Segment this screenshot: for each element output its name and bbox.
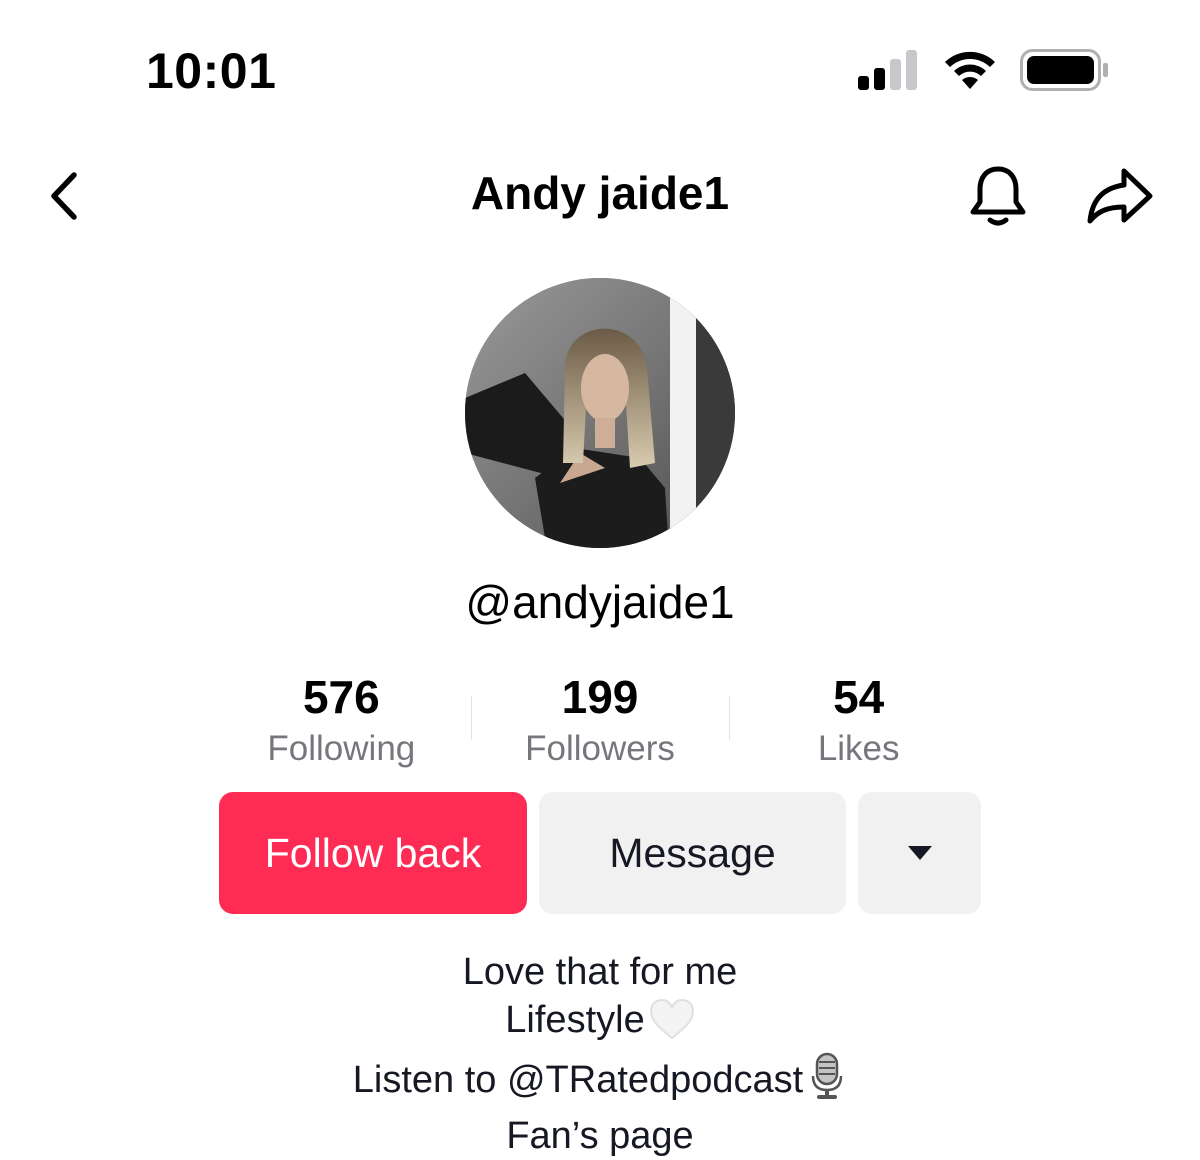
share-arrow-icon [1087, 168, 1153, 224]
white-heart-icon [649, 998, 695, 1052]
bio-line-2-text: Lifestyle [505, 999, 645, 1041]
share-button[interactable] [1082, 160, 1158, 232]
stat-followers[interactable]: 199 Followers [470, 670, 730, 770]
more-options-button[interactable] [858, 792, 981, 914]
battery-icon [1020, 48, 1110, 97]
bell-icon [970, 166, 1026, 226]
bio-line-4: Fan’s page [506, 1115, 694, 1157]
profile-avatar[interactable] [465, 278, 735, 548]
caret-down-icon [907, 846, 932, 860]
bio-line-3-text: Listen to @TRatedpodcast [352, 1059, 804, 1101]
microphone-icon [807, 1052, 847, 1112]
status-icons [858, 48, 1110, 97]
wifi-icon [942, 49, 998, 96]
stat-label: Followers [525, 729, 675, 768]
notification-bell-button[interactable] [962, 160, 1034, 232]
stat-value: 199 [561, 671, 639, 723]
bio-line-1: Love that for me [462, 951, 738, 993]
stat-following[interactable]: 576 Following [212, 670, 471, 770]
bio-line-2: Lifestyle [0, 996, 1200, 1052]
follow-back-button[interactable]: Follow back [219, 792, 527, 914]
stat-label: Following [267, 729, 416, 768]
username: @andyjaide1 [465, 576, 735, 628]
cellular-signal-icon [858, 49, 920, 95]
stat-label: Likes [817, 729, 900, 768]
profile-stats: 576 Following 199 Followers 54 Likes [212, 670, 988, 770]
profile-bio: Love that for me Lifestyle Listen to @TR… [0, 948, 1200, 1160]
avatar-photo [465, 278, 735, 548]
stat-value: 54 [833, 671, 885, 723]
stat-value: 576 [302, 671, 380, 723]
message-button[interactable]: Message [539, 792, 846, 914]
status-time: 10:01 [146, 43, 277, 99]
stat-likes[interactable]: 54 Likes [729, 670, 988, 770]
bio-line-3: Listen to @TRatedpodcast [0, 1052, 1200, 1112]
